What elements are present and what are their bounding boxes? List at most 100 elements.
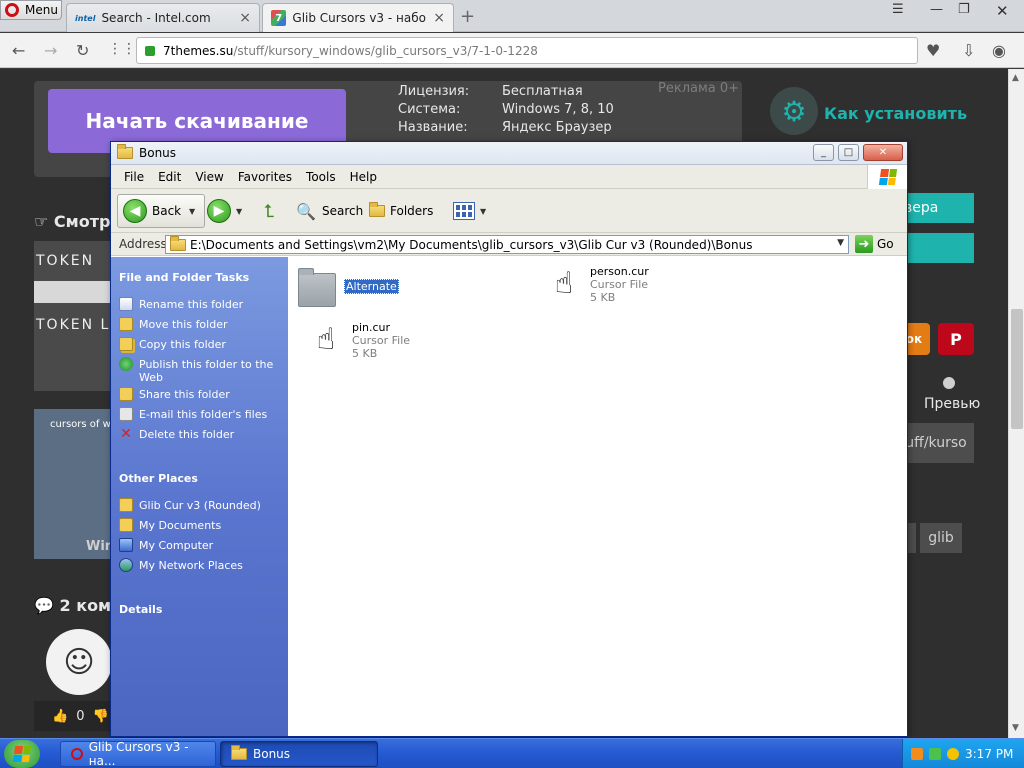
explorer-toolbar: ◀ Back ▼ ▶ ▼ ⮤ 🔍 Search Folders ▼ bbox=[111, 189, 907, 233]
folders-button[interactable]: Folders bbox=[369, 195, 433, 227]
task-email[interactable]: E-mail this folder's files bbox=[119, 407, 281, 421]
task-copy[interactable]: Copy this folder bbox=[119, 337, 281, 351]
speed-dial-grid-icon[interactable]: ⋮⋮ bbox=[108, 41, 136, 57]
back-dropdown-icon[interactable]: ▼ bbox=[189, 195, 195, 227]
address-input[interactable]: E:\Documents and Settings\vm2\My Documen… bbox=[165, 235, 849, 254]
place-my-documents[interactable]: My Documents bbox=[119, 518, 281, 532]
place-label: My Computer bbox=[139, 539, 214, 552]
back-arrow-icon[interactable]: ← bbox=[12, 41, 25, 60]
menu-tools[interactable]: Tools bbox=[299, 170, 343, 184]
task-label: E-mail this folder's files bbox=[139, 408, 268, 421]
preview-radio[interactable] bbox=[943, 377, 955, 389]
opera-menu-button[interactable]: Menu bbox=[0, 0, 62, 20]
place-network[interactable]: My Network Places bbox=[119, 558, 281, 572]
address-label: Address bbox=[119, 237, 167, 251]
hand-cursor-icon: ☝ bbox=[554, 265, 574, 301]
file-item-person[interactable]: ☝ person.cur Cursor File 5 KB bbox=[546, 265, 649, 304]
task-share[interactable]: Share this folder bbox=[119, 387, 281, 401]
menu-view[interactable]: View bbox=[188, 170, 230, 184]
thumb-strip bbox=[34, 281, 114, 303]
go-button[interactable]: ➜ Go bbox=[855, 235, 894, 253]
reload-icon[interactable]: ↻ bbox=[76, 41, 89, 60]
search-button[interactable]: 🔍 Search bbox=[295, 195, 363, 227]
preview-thumbnail[interactable]: TOKEN TOKEN L bbox=[34, 241, 114, 391]
task-publish[interactable]: Publish this folder to the Web bbox=[119, 357, 281, 384]
folder-icon bbox=[117, 144, 133, 159]
thumbs-down-icon[interactable]: 👎 bbox=[92, 709, 108, 724]
back-button-content[interactable]: ◀ Back bbox=[123, 195, 181, 227]
teal-button-2[interactable] bbox=[898, 233, 974, 263]
menu-favorites[interactable]: Favorites bbox=[231, 170, 299, 184]
file-item-alternate[interactable]: Alternate bbox=[298, 267, 399, 307]
teal-button[interactable]: вера bbox=[898, 193, 974, 223]
task-label: Copy this folder bbox=[139, 338, 226, 351]
file-size: 5 KB bbox=[352, 347, 378, 360]
up-folder-button[interactable]: ⮤ bbox=[257, 195, 281, 227]
explorer-title-bar[interactable]: Bonus _ □ ✕ bbox=[111, 142, 907, 165]
forward-arrow-icon: ▶ bbox=[207, 199, 231, 223]
close-button[interactable]: ✕ bbox=[863, 144, 903, 161]
scroll-down-icon[interactable]: ▼ bbox=[1012, 723, 1019, 733]
copy-folder-icon bbox=[119, 337, 133, 351]
folder-icon bbox=[231, 745, 247, 760]
tab-close-icon[interactable]: × bbox=[433, 10, 445, 26]
explorer-window: Bonus _ □ ✕ File Edit View Favorites Too… bbox=[110, 141, 908, 737]
tab-close-icon[interactable]: × bbox=[239, 10, 251, 26]
file-name: person.cur bbox=[590, 265, 649, 278]
task-rename[interactable]: Rename this folder bbox=[119, 297, 281, 311]
address-dropdown-icon[interactable]: ▼ bbox=[837, 238, 844, 248]
url-field[interactable]: uff/kurso bbox=[898, 423, 974, 463]
tab-7themes[interactable]: 7 Glib Cursors v3 - набор ку × bbox=[262, 3, 454, 32]
file-name: Alternate bbox=[344, 279, 399, 294]
minimize-icon[interactable]: — bbox=[930, 2, 943, 17]
pinterest-button[interactable]: P bbox=[938, 323, 974, 355]
place-my-computer[interactable]: My Computer bbox=[119, 538, 281, 552]
taskbar-item-browser[interactable]: Glib Cursors v3 - на... bbox=[60, 740, 216, 768]
scroll-thumb[interactable] bbox=[1011, 309, 1023, 429]
how-to-install-link[interactable]: Как установить bbox=[824, 104, 967, 123]
tab-menu-icon[interactable]: ☰ bbox=[892, 2, 904, 17]
new-tab-icon[interactable]: + bbox=[460, 6, 475, 27]
restore-icon[interactable]: ❐ bbox=[958, 2, 970, 17]
views-button[interactable]: ▼ bbox=[453, 195, 486, 227]
task-delete[interactable]: ✕ Delete this folder bbox=[119, 427, 281, 441]
maximize-button[interactable]: □ bbox=[838, 144, 859, 161]
tray-app-icon[interactable] bbox=[911, 748, 923, 760]
search-label: Search bbox=[322, 204, 364, 218]
menu-help[interactable]: Help bbox=[343, 170, 384, 184]
file-folder-tasks-header[interactable]: File and Folder Tasks bbox=[119, 271, 249, 284]
thumbs-up-icon[interactable]: 👍 bbox=[52, 709, 68, 724]
tag-chip-glib[interactable]: glib bbox=[920, 523, 962, 553]
other-places-header[interactable]: Other Places bbox=[119, 472, 198, 485]
place-glib-cur[interactable]: Glib Cur v3 (Rounded) bbox=[119, 498, 281, 512]
tab-title: Glib Cursors v3 - набор ку bbox=[292, 11, 427, 25]
tray-search-icon[interactable] bbox=[947, 748, 959, 760]
task-move[interactable]: Move this folder bbox=[119, 317, 281, 331]
minimize-button[interactable]: _ bbox=[813, 144, 834, 161]
tray-network-icon[interactable] bbox=[929, 748, 941, 760]
taskbar-item-bonus[interactable]: Bonus bbox=[220, 741, 378, 767]
preview-thumbnail[interactable]: cursors of wi bbox=[34, 409, 114, 559]
menu-edit[interactable]: Edit bbox=[151, 170, 188, 184]
preview-label: Превью bbox=[924, 396, 981, 412]
start-button[interactable] bbox=[4, 740, 40, 768]
forward-button[interactable]: ▶ ▼ bbox=[207, 195, 242, 227]
page-scrollbar[interactable]: ▲ ▼ bbox=[1008, 69, 1024, 738]
address-bar[interactable]: 7themes.su/stuff/kursory_windows/glib_cu… bbox=[136, 37, 918, 64]
license-label: Лицензия: bbox=[398, 84, 470, 99]
place-label: My Documents bbox=[139, 519, 222, 532]
task-pane: File and Folder Tasks Rename this folder… bbox=[111, 257, 288, 736]
scroll-up-icon[interactable]: ▲ bbox=[1012, 73, 1019, 83]
folders-icon bbox=[369, 202, 385, 217]
profile-icon[interactable]: ◉ bbox=[992, 41, 1006, 60]
forward-arrow-icon[interactable]: → bbox=[44, 41, 57, 60]
gear-icon[interactable]: ⚙ bbox=[770, 87, 818, 135]
bookmark-heart-icon[interactable]: ♥ bbox=[926, 41, 940, 60]
download-icon[interactable]: ⇩ bbox=[962, 41, 975, 60]
file-item-pin[interactable]: ☝ pin.cur Cursor File 5 KB bbox=[308, 321, 410, 360]
tab-intel[interactable]: intel Search - Intel.com × bbox=[66, 3, 260, 32]
details-header[interactable]: Details bbox=[119, 603, 162, 616]
forward-dropdown-icon[interactable]: ▼ bbox=[236, 207, 242, 216]
menu-file[interactable]: File bbox=[117, 170, 151, 184]
close-window-icon[interactable]: ✕ bbox=[996, 2, 1009, 20]
